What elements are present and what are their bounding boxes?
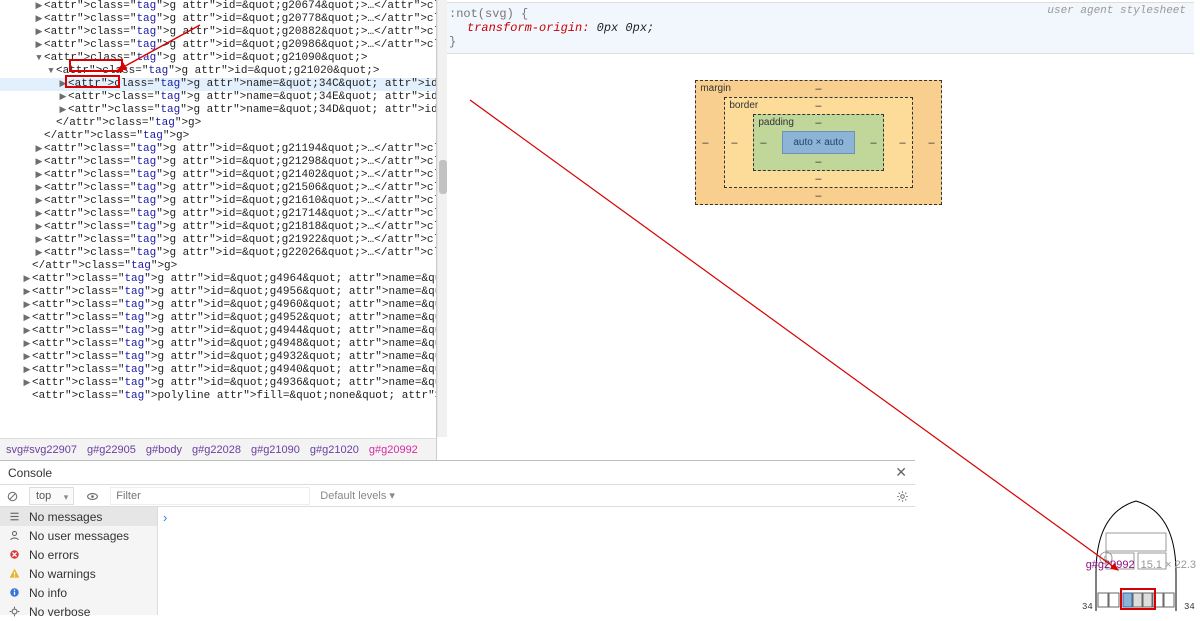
console-filter-error[interactable]: No errors — [0, 545, 157, 564]
console-filter-verbose[interactable]: No verbose — [0, 602, 157, 621]
breadcrumb-item[interactable]: g#g22028 — [192, 444, 241, 456]
vertical-scrollbar[interactable] — [437, 0, 447, 437]
context-selector[interactable]: top — [29, 487, 74, 505]
tree-row[interactable]: ▶<attr">class="tag">g attr">id=&quot;g49… — [0, 364, 436, 377]
seat-tooltip: g#g20992 15.1 × 22.3 — [1086, 559, 1196, 571]
css-property-name[interactable]: transform-origin — [467, 21, 582, 35]
tree-row[interactable]: ▶<attr">class="tag">g attr">name=&quot;3… — [0, 91, 436, 104]
breadcrumb-item[interactable]: g#g20992 — [369, 444, 418, 456]
breadcrumb-item[interactable]: g#g22905 — [87, 444, 136, 456]
tree-row[interactable]: ▶<attr">class="tag">g attr">name=&quot;3… — [0, 104, 436, 117]
console-filter-list[interactable]: No messages — [0, 507, 157, 526]
tree-row[interactable]: ▶<attr">class="tag">g attr">id=&quot;g21… — [0, 234, 436, 247]
console-filter-info[interactable]: No info — [0, 583, 157, 602]
gear-icon[interactable] — [896, 488, 909, 502]
stylesheet-origin: user agent stylesheet — [1047, 5, 1186, 17]
tree-row[interactable]: ▶<attr">class="tag">g attr">id=&quot;g49… — [0, 351, 436, 364]
tree-row[interactable]: ▶<attr">class="tag">g attr">id=&quot;g21… — [0, 169, 436, 182]
tree-row[interactable]: </attr">class="tag">g> — [0, 117, 436, 130]
tree-row[interactable]: ▶<attr">class="tag">g attr">id=&quot;g49… — [0, 312, 436, 325]
tree-row[interactable]: ▶<attr">class="tag">g attr">id=&quot;g20… — [0, 26, 436, 39]
breadcrumb-item[interactable]: g#body — [146, 444, 182, 456]
tree-row[interactable]: ▶<attr">class="tag">g attr">id=&quot;g49… — [0, 286, 436, 299]
breadcrumb-item[interactable]: g#g21020 — [310, 444, 359, 456]
breadcrumb-item[interactable]: svg#svg22907 — [6, 444, 77, 456]
box-model[interactable]: margin –––– border –––– padding –––– aut… — [437, 80, 1200, 205]
dom-tree[interactable]: ▶<attr">class="tag">g attr">id=&quot;g20… — [0, 0, 436, 438]
box-label-margin: margin — [700, 83, 731, 94]
row-label: 34 — [1082, 602, 1093, 611]
tree-row[interactable]: ▶<attr">class="tag">g attr">id=&quot;g49… — [0, 338, 436, 351]
tree-row[interactable]: ▶<attr">class="tag">g attr">id=&quot;g22… — [0, 247, 436, 260]
tree-row[interactable]: ▶<attr">class="tag">g attr">id=&quot;g21… — [0, 143, 436, 156]
console-drawer: Console ✕ top Default levels ▾ No messag… — [0, 460, 915, 615]
breadcrumb[interactable]: svg#svg22907 g#g22905 g#body g#g22028 g#g210… — [0, 438, 436, 460]
console-sidebar[interactable]: No messagesNo user messagesNo errorsNo w… — [0, 507, 158, 615]
box-content-size: auto × auto — [782, 131, 854, 154]
tree-row[interactable]: </attr">class="tag">g> — [0, 130, 436, 143]
console-filter-user[interactable]: No user messages — [0, 526, 157, 545]
rule-close: } — [449, 35, 1186, 49]
tree-row[interactable]: ▶<attr">class="tag">g attr">id=&quot;g21… — [0, 195, 436, 208]
css-property-value[interactable]: 0px 0px; — [597, 21, 655, 35]
console-body[interactable]: › — [158, 507, 915, 615]
tree-row[interactable]: ▼<attr">class="tag">g attr">id=&quot;g21… — [0, 52, 436, 65]
row-label: 34 — [1184, 602, 1195, 611]
list-icon — [8, 510, 21, 523]
tree-row[interactable]: ▶<attr">class="tag">g attr">id=&quot;g21… — [0, 221, 436, 234]
user-icon — [8, 529, 21, 542]
scrollbar-thumb[interactable] — [439, 160, 447, 194]
tree-row[interactable]: ▶<attr">class="tag">g attr">id=&quot;g49… — [0, 377, 436, 390]
tree-row[interactable]: ▶<attr">class="tag">g attr">id=&quot;g20… — [0, 0, 436, 13]
tree-row[interactable]: ▶<attr">class="tag">g attr">id=&quot;g21… — [0, 208, 436, 221]
tree-row[interactable]: <attr">class="tag">polyline attr">fill=&… — [0, 390, 436, 403]
box-label-border: border — [729, 100, 758, 111]
tree-row[interactable]: ▶<attr">class="tag">g attr">id=&quot;g21… — [0, 182, 436, 195]
tree-row[interactable]: ▶<attr">class="tag">g attr">id=&quot;g49… — [0, 273, 436, 286]
tree-row[interactable]: </attr">class="tag">g> — [0, 260, 436, 273]
breadcrumb-item[interactable]: g#g21090 — [251, 444, 300, 456]
console-title: Console — [8, 466, 52, 480]
log-levels[interactable]: Default levels ▾ — [320, 489, 395, 502]
tree-row[interactable]: ▶<attr">class="tag">g attr">id=&quot;g49… — [0, 299, 436, 312]
tree-row[interactable]: ▼<attr">class="tag">g attr">id=&quot;g21… — [0, 65, 436, 78]
tree-row[interactable]: ▶<attr">class="tag">g attr">name=&quot;3… — [0, 78, 436, 91]
styles-pane: user agent stylesheet :not(svg) { transf… — [437, 0, 1200, 460]
warn-icon — [8, 567, 21, 580]
live-expression-icon[interactable] — [84, 488, 100, 502]
selected-seat-group[interactable] — [1121, 589, 1155, 609]
seatmap-preview[interactable]: 34 34 A — [1076, 493, 1196, 611]
tree-row[interactable]: ▶<attr">class="tag">g attr">id=&quot;g20… — [0, 13, 436, 26]
close-icon[interactable]: ✕ — [895, 464, 907, 481]
tree-row[interactable]: ▶<attr">class="tag">g attr">id=&quot;g20… — [0, 39, 436, 52]
box-label-padding: padding — [758, 117, 794, 128]
info-icon — [8, 586, 21, 599]
error-icon — [8, 548, 21, 561]
filter-input[interactable] — [110, 487, 310, 505]
console-filter-warn[interactable]: No warnings — [0, 564, 157, 583]
clear-console-icon[interactable] — [6, 488, 19, 502]
verbose-icon — [8, 605, 21, 618]
css-rule[interactable]: user agent stylesheet :not(svg) { transf… — [441, 3, 1194, 53]
tree-row[interactable]: ▶<attr">class="tag">g attr">id=&quot;g21… — [0, 156, 436, 169]
tree-row[interactable]: ▶<attr">class="tag">g attr">id=&quot;g49… — [0, 325, 436, 338]
console-toolbar: top Default levels ▾ — [0, 485, 915, 507]
prompt-icon: › — [163, 510, 167, 525]
